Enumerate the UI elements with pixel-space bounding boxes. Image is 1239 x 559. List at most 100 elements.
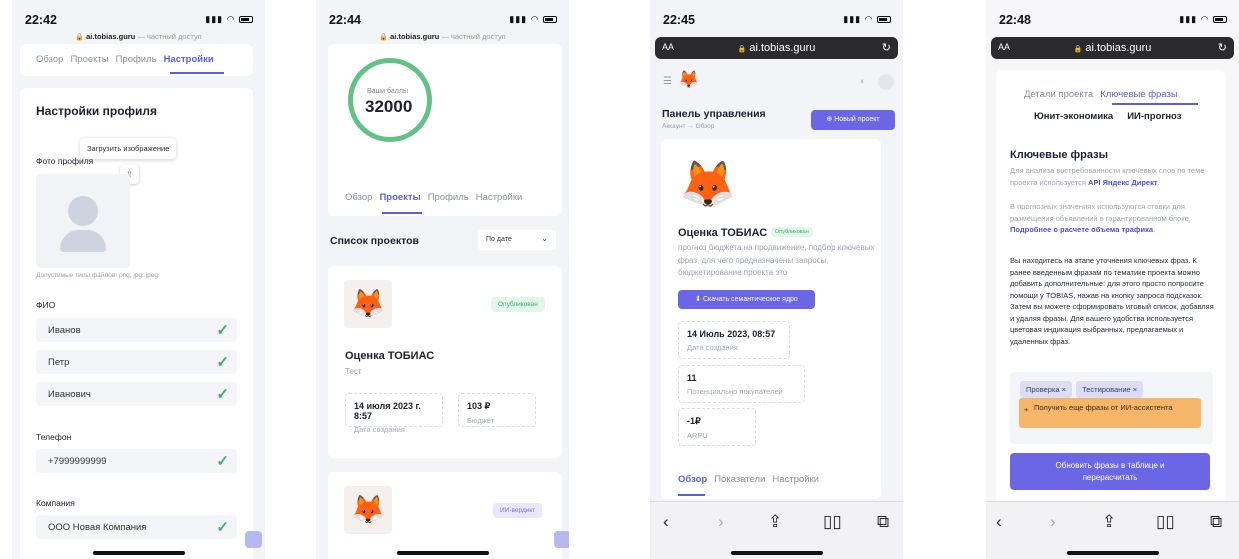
check-icon: ✓ [216, 453, 229, 470]
status-badge: Опубликован [491, 297, 545, 312]
phone-field[interactable]: +7999999999 ✓ [36, 449, 237, 473]
tab-projects[interactable]: Проекты [70, 54, 108, 65]
status-bar: 22:48 ▮▮▮ ◠ [986, 0, 1239, 28]
page-title: Панель управления [662, 108, 766, 120]
scroll-top-button[interactable] [554, 531, 569, 548]
new-project-button[interactable]: ⊕ Новый проект [811, 110, 895, 130]
tab-profile[interactable]: Профиль [116, 54, 157, 65]
phrase-chip[interactable]: Тестирование × [1076, 381, 1144, 398]
avatar-body-icon [60, 230, 106, 252]
tab-metrics[interactable]: Показатели [714, 474, 765, 485]
fox-logo-icon: 🦊 [679, 158, 737, 210]
tab-keywords[interactable]: Ключевые фразы [1100, 89, 1177, 100]
tab-settings[interactable]: Настройки [476, 192, 523, 203]
project-tabs-row2: Юнит-экономика ИИ-прогноз [1034, 111, 1188, 122]
address-bar[interactable]: AA 🔒 ai.tobias.guru ↻ [655, 37, 898, 59]
traffic-details-link[interactable]: Подробнее о расчете объема трафика [1010, 225, 1153, 234]
status-icons: ▮▮▮ ◠ [205, 14, 253, 25]
avatar-placeholder[interactable] [36, 174, 130, 268]
score-value: 32000 [365, 97, 413, 116]
tabs-icon[interactable]: ⧉ [877, 512, 889, 532]
download-label: Скачать семантическое ядро [702, 296, 798, 303]
buyers-label: Потенциально покупателей [687, 387, 783, 396]
status-icons: ▮▮▮ ◠ [509, 14, 557, 25]
api-info-suffix: . [1157, 177, 1160, 187]
update-phrases-button[interactable]: Обновить фразы в таблице и перерасчитать [1010, 453, 1210, 490]
reload-icon[interactable]: ↻ [1218, 41, 1227, 54]
menu-icon[interactable]: ☰ [663, 76, 672, 87]
first-name-value: Петр [48, 357, 70, 368]
share-icon[interactable]: ⇪ [1102, 512, 1116, 532]
tab-overview[interactable]: Обзор [36, 54, 63, 65]
phrases-box: Проверка × Тестирование × + Получить еще ф… [1010, 372, 1213, 444]
address-bar[interactable]: 🔒 ai.tobias.guru — частный доступ [12, 32, 265, 41]
download-core-button[interactable]: ⬇ Скачать семантическое ядро [678, 290, 815, 309]
created-date-box: 14 июля 2023 г. 8:57 Дата создания [345, 393, 443, 434]
forward-icon[interactable]: › [1050, 512, 1056, 532]
check-icon: ✓ [216, 519, 229, 536]
keywords-card: Детали проекта Ключевые фразы Юнит-эконом… [996, 70, 1226, 510]
bookmarks-icon[interactable]: ▯▯ [1156, 512, 1175, 532]
url-host: 🔒 ai.tobias.guru [1073, 42, 1152, 54]
project-card[interactable]: 🦊 Опубликован Оценка ТОБИАС Тест 14 июля… [328, 266, 562, 458]
tab-ai-forecast[interactable]: ИИ-прогноз [1127, 111, 1181, 122]
traffic-info-prefix: В прогнозных значениях используются став… [1010, 202, 1191, 223]
url-host: ai.tobias.guru [86, 32, 136, 41]
lock-icon: 🔒 [737, 46, 747, 53]
status-icons: ▮▮▮ ◠ [1179, 14, 1227, 25]
clock: 22:45 [663, 13, 695, 27]
project-list-title: Список проектов [330, 235, 419, 247]
section-title: Настройки профиля [36, 104, 158, 118]
sort-select[interactable]: По дате ⌄ [478, 230, 556, 250]
avatar[interactable] [878, 74, 894, 90]
home-indicator [92, 551, 185, 555]
company-field[interactable]: ООО Новая Компания ✓ [36, 515, 237, 539]
phrase-chip[interactable]: Проверка × [1020, 381, 1073, 398]
nav-tabs: Обзор Проекты Профиль Настройки [345, 192, 529, 203]
section-title: Ключевые фразы [1010, 149, 1108, 161]
scroll-top-button[interactable] [245, 531, 262, 548]
check-icon: ✓ [216, 386, 229, 403]
tab-projects[interactable]: Проекты [379, 192, 420, 203]
tab-profile[interactable]: Профиль [428, 192, 469, 203]
created-date-label: Дата создания [687, 343, 738, 352]
tabs-icon[interactable]: ⧉ [1210, 512, 1222, 532]
api-info-text: Для анализа востребованности ключевых сл… [1010, 165, 1215, 188]
check-icon: ✓ [216, 354, 229, 371]
tab-overview[interactable]: Обзор [345, 192, 372, 203]
theme-toggle-icon[interactable]: ◐ [860, 76, 865, 86]
tab-unit-economics[interactable]: Юнит-экономика [1034, 111, 1113, 122]
bookmarks-icon[interactable]: ▯▯ [823, 512, 842, 532]
tab-overview[interactable]: Обзор [678, 474, 707, 485]
api-yandex-link[interactable]: API Яндекс Директ [1088, 178, 1157, 187]
fox-logo-icon: 🦊 [344, 486, 392, 534]
avatar-head-icon [68, 196, 98, 226]
middle-name-field[interactable]: Иванович ✓ [36, 382, 237, 406]
last-name-field[interactable]: Иванов ✓ [36, 318, 237, 342]
tab-project-details[interactable]: Детали проекта [1024, 89, 1093, 100]
back-icon[interactable]: ‹ [663, 512, 669, 532]
company-value: ООО Новая Компания [48, 522, 147, 533]
budget-value: 103 ₽ [467, 401, 491, 411]
download-icon: ⬇ [695, 296, 703, 303]
back-icon[interactable]: ‹ [996, 512, 1002, 532]
first-name-field[interactable]: Петр ✓ [36, 350, 237, 374]
fio-label: ФИО [36, 300, 56, 310]
photo-label: Фото профиля [36, 156, 94, 166]
upload-tooltip: Загрузить изображение [80, 138, 177, 159]
tab-settings[interactable]: Настройки [164, 54, 214, 65]
address-bar[interactable]: 🔒 ai.tobias.guru — частный доступ [316, 32, 569, 41]
reload-icon[interactable]: ↻ [882, 41, 891, 54]
project-subtitle: Тест [345, 367, 362, 376]
project-card: 🦊 Оценка ТОБИАС Опубликован прогноз бюдж… [661, 139, 881, 499]
share-icon[interactable]: ⇪ [768, 512, 782, 532]
url-host: ai.tobias.guru [390, 32, 440, 41]
active-tab-underline [1112, 103, 1198, 105]
project-title: Оценка ТОБИАС [345, 350, 435, 362]
project-card[interactable]: 🦊 ИИ-вердикт [328, 472, 562, 559]
tab-settings[interactable]: Настройки [772, 474, 819, 485]
address-bar[interactable]: AA 🔒 ai.tobias.guru ↻ [991, 37, 1234, 59]
lock-icon: 🔒 [379, 34, 389, 41]
forward-icon[interactable]: › [718, 512, 724, 532]
ai-suggestions-button[interactable]: + Получить еще фразы от ИИ-ассистента [1019, 398, 1201, 428]
